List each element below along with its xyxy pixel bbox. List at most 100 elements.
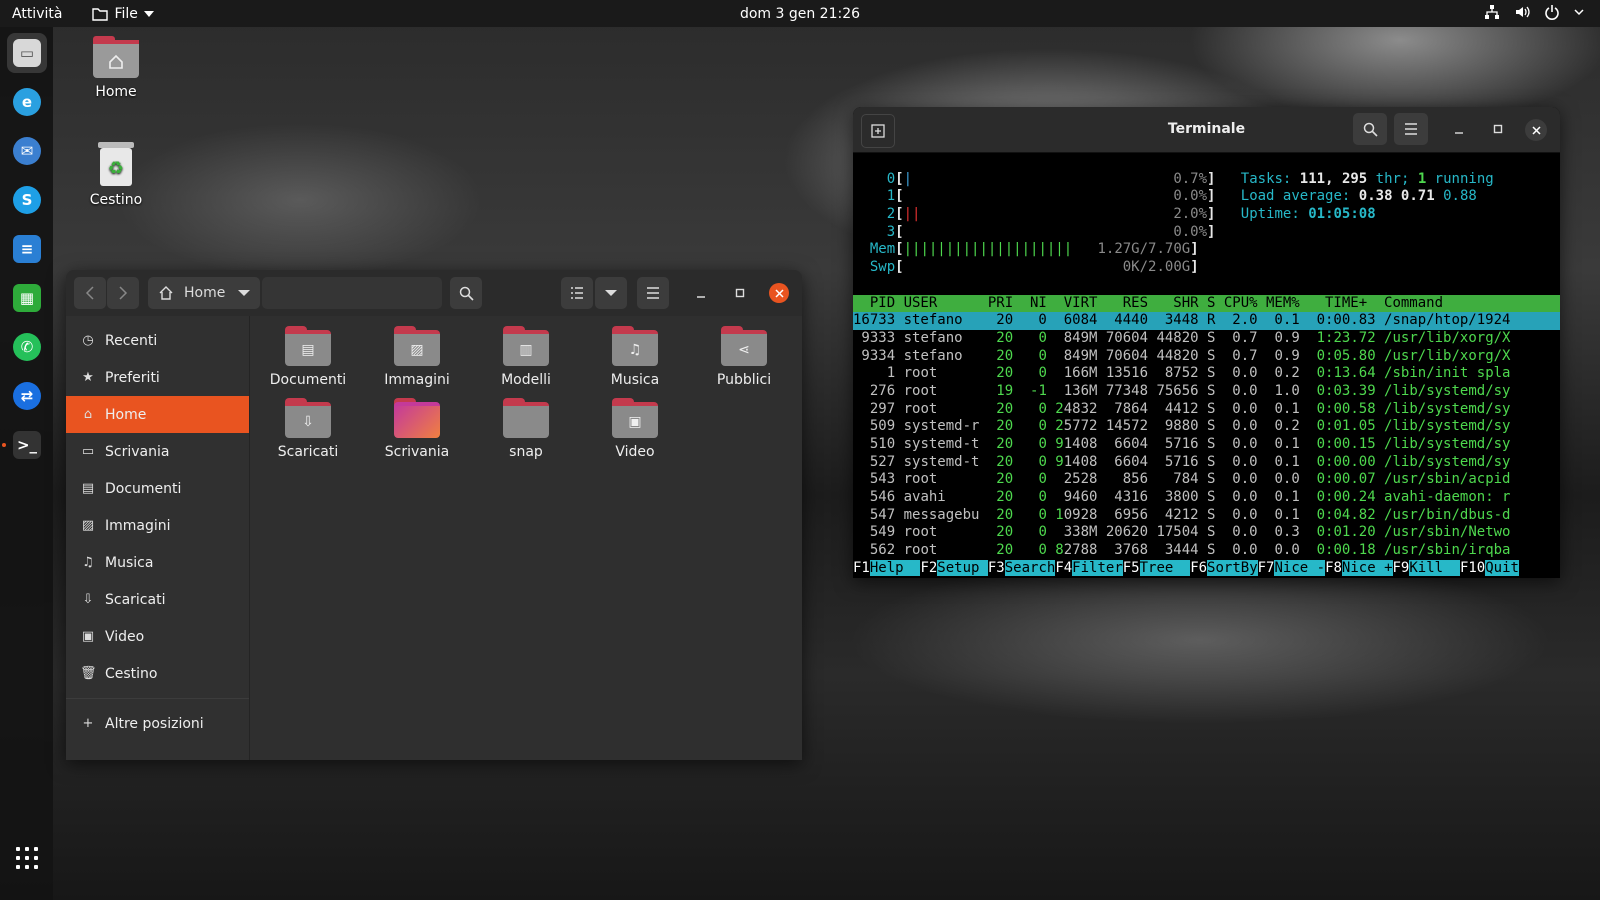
htop-process-row[interactable]: 509 systemd-r 20 0 25772 14572 9880 S 0.… xyxy=(853,418,1560,436)
dock-item[interactable]: ✉ xyxy=(7,131,47,171)
forward-button[interactable] xyxy=(107,277,139,309)
dock-item[interactable]: e xyxy=(7,82,47,122)
document-icon: ▤ xyxy=(81,481,95,496)
folder-label: Pubblici xyxy=(716,372,772,388)
list-view-button[interactable] xyxy=(561,277,593,309)
sidebar-item-cestino[interactable]: 🗑 Cestino xyxy=(66,655,249,692)
maximize-button[interactable] xyxy=(724,277,756,309)
sidebar-item-scaricati[interactable]: ⇩ Scaricati xyxy=(66,581,249,618)
view-options-button[interactable] xyxy=(595,277,627,309)
function-key[interactable]: F6SortBy xyxy=(1190,559,1258,576)
htop-process-row[interactable]: 546 avahi 20 0 9460 4316 3800 S 0.0 0.1 … xyxy=(853,489,1560,507)
htop-cell: 549 xyxy=(853,524,896,541)
terminal-search-button[interactable] xyxy=(1353,113,1387,145)
sidebar-item-preferiti[interactable]: ★ Preferiti xyxy=(66,359,249,396)
htop-process-row[interactable]: 510 systemd-t 20 0 91408 6604 5716 S 0.0… xyxy=(853,436,1560,454)
function-key[interactable]: F4Filter xyxy=(1055,559,1123,576)
folder-item-pubblici[interactable]: ⋖ Pubblici xyxy=(694,326,794,388)
terminal-menu-button[interactable] xyxy=(1394,113,1428,145)
sidebar-item-other-locations[interactable]: + Altre posizioni xyxy=(66,705,249,742)
desktop-icon-trash[interactable]: ♻ Cestino xyxy=(71,142,161,208)
folder-item-immagini[interactable]: ▨ Immagini xyxy=(367,326,467,388)
grid-dot xyxy=(34,856,38,860)
sidebar-item-documenti[interactable]: ▤ Documenti xyxy=(66,470,249,507)
function-key[interactable]: F10Quit xyxy=(1459,559,1519,576)
tty-text: 0K/2.00G xyxy=(1122,259,1191,276)
function-key[interactable]: F1Help xyxy=(853,559,921,576)
sidebar-item-scrivania[interactable]: ▭ Scrivania xyxy=(66,433,249,470)
folder-item-scrivania[interactable]: Scrivania xyxy=(367,398,467,460)
tty-text: thr; xyxy=(1367,170,1418,187)
network-icon[interactable] xyxy=(1484,4,1500,20)
htop-process-row[interactable]: 276 root 19 -1 136M 77348 75656 S 0.0 1.… xyxy=(853,383,1560,401)
desktop-icon-home[interactable]: Home xyxy=(71,36,161,100)
dock-item[interactable]: ▭ xyxy=(7,33,47,73)
htop-cell: 20 0 2 xyxy=(987,400,1064,417)
function-key[interactable]: F8Nice + xyxy=(1325,559,1393,576)
system-tray[interactable] xyxy=(1484,4,1584,20)
maximize-icon xyxy=(735,288,745,298)
minimize-button[interactable] xyxy=(685,277,717,309)
function-key[interactable]: F9Kill xyxy=(1392,559,1460,576)
htop-process-row[interactable]: 1 root 20 0 166M 13516 8752 S 0.0 0.2 0:… xyxy=(853,365,1560,383)
htop-process-row[interactable]: 549 root 20 0 338M 20620 17504 S 0.0 0.3… xyxy=(853,524,1560,542)
volume-icon[interactable] xyxy=(1514,4,1530,20)
folder-item-documenti[interactable]: ▤ Documenti xyxy=(258,326,358,388)
htop-process-row[interactable]: 543 root 20 0 2528 856 784 S 0.0 0.0 0:0… xyxy=(853,471,1560,489)
folder-item-musica[interactable]: ♫ Musica xyxy=(585,326,685,388)
htop-column-header[interactable]: PID USER PRI NI VIRT RES SHR S CPU% MEM%… xyxy=(853,294,1560,313)
htop-process-row[interactable]: 297 root 20 0 24832 7864 4412 S 0.0 0.1 … xyxy=(853,401,1560,419)
sidebar-item-home[interactable]: ⌂ Home xyxy=(66,396,249,433)
sidebar-item-musica[interactable]: ♫ Musica xyxy=(66,544,249,581)
folder-item-scaricati[interactable]: ⇩ Scaricati xyxy=(258,398,358,460)
dock-item[interactable]: >_ xyxy=(7,425,47,465)
location-entry[interactable] xyxy=(262,277,442,309)
function-key[interactable]: F3Search xyxy=(987,559,1056,576)
show-applications-icon[interactable] xyxy=(16,847,38,869)
function-key-action: Nice - xyxy=(1274,559,1326,576)
grid-dot xyxy=(25,856,29,860)
close-icon xyxy=(1531,125,1541,135)
htop-process-row[interactable]: 527 systemd-t 20 0 91408 6604 5716 S 0.0… xyxy=(853,454,1560,472)
terminal-maximize-button[interactable] xyxy=(1482,113,1514,145)
tty-text: || xyxy=(903,206,921,223)
folder-item-snap[interactable]: snap xyxy=(476,398,576,460)
htop-process-row[interactable]: 16733 stefano 20 0 6084 4440 3448 R 2.0 … xyxy=(853,312,1560,330)
chevron-down-icon[interactable] xyxy=(1574,4,1584,20)
htop-process-row[interactable]: 9333 stefano 20 0 849M 70604 44820 S 0.7… xyxy=(853,330,1560,348)
activities-button[interactable]: Attività xyxy=(12,6,62,22)
power-icon[interactable] xyxy=(1544,4,1560,20)
back-button[interactable] xyxy=(74,277,106,309)
trash-icon: ♻ xyxy=(98,142,134,186)
sidebar-item-immagini[interactable]: ▨ Immagini xyxy=(66,507,249,544)
terminal-close-button[interactable] xyxy=(1525,119,1547,141)
function-key[interactable]: F2Setup xyxy=(920,559,988,576)
clock[interactable]: dom 3 gen 21:26 xyxy=(0,6,1600,22)
dock-item[interactable]: S xyxy=(7,180,47,220)
htop-process-row[interactable]: 9334 stefano 20 0 849M 70604 44820 S 0.7… xyxy=(853,348,1560,366)
close-button[interactable] xyxy=(769,283,789,303)
htop-cell: systemd-t xyxy=(895,453,988,470)
htop-cell: 527 xyxy=(853,453,896,470)
function-key[interactable]: F5Tree xyxy=(1122,559,1191,576)
htop-cell: 0.1 xyxy=(1274,489,1317,506)
htop-output[interactable]: 0[| 0.7%] Tasks: 111, 295 thr; 1 running… xyxy=(853,153,1560,578)
sidebar-item-video[interactable]: ▣ Video xyxy=(66,618,249,655)
app-menu[interactable]: File xyxy=(92,6,154,22)
htop-process-row[interactable]: 562 root 20 0 82788 3768 3444 S 0.0 0.0 … xyxy=(853,542,1560,560)
htop-process-row[interactable]: 547 messagebu 20 0 10928 6956 4212 S 0.0… xyxy=(853,507,1560,525)
dock-item[interactable]: ⇄ xyxy=(7,376,47,416)
function-key[interactable]: F7Nice - xyxy=(1257,559,1326,576)
dock-item[interactable]: ≡ xyxy=(7,229,47,269)
minimize-icon xyxy=(1455,132,1463,134)
search-button[interactable] xyxy=(450,277,482,309)
folder-item-video[interactable]: ▣ Video xyxy=(585,398,685,460)
sidebar-item-recenti[interactable]: ◷ Recenti xyxy=(66,322,249,359)
path-menu-button[interactable] xyxy=(228,277,260,309)
dock-item[interactable]: ▦ xyxy=(7,278,47,318)
image-icon: ▨ xyxy=(394,326,440,366)
menu-button[interactable] xyxy=(637,277,669,309)
dock-item[interactable]: ✆ xyxy=(7,327,47,367)
terminal-minimize-button[interactable] xyxy=(1443,113,1475,145)
folder-item-modelli[interactable]: ▥ Modelli xyxy=(476,326,576,388)
